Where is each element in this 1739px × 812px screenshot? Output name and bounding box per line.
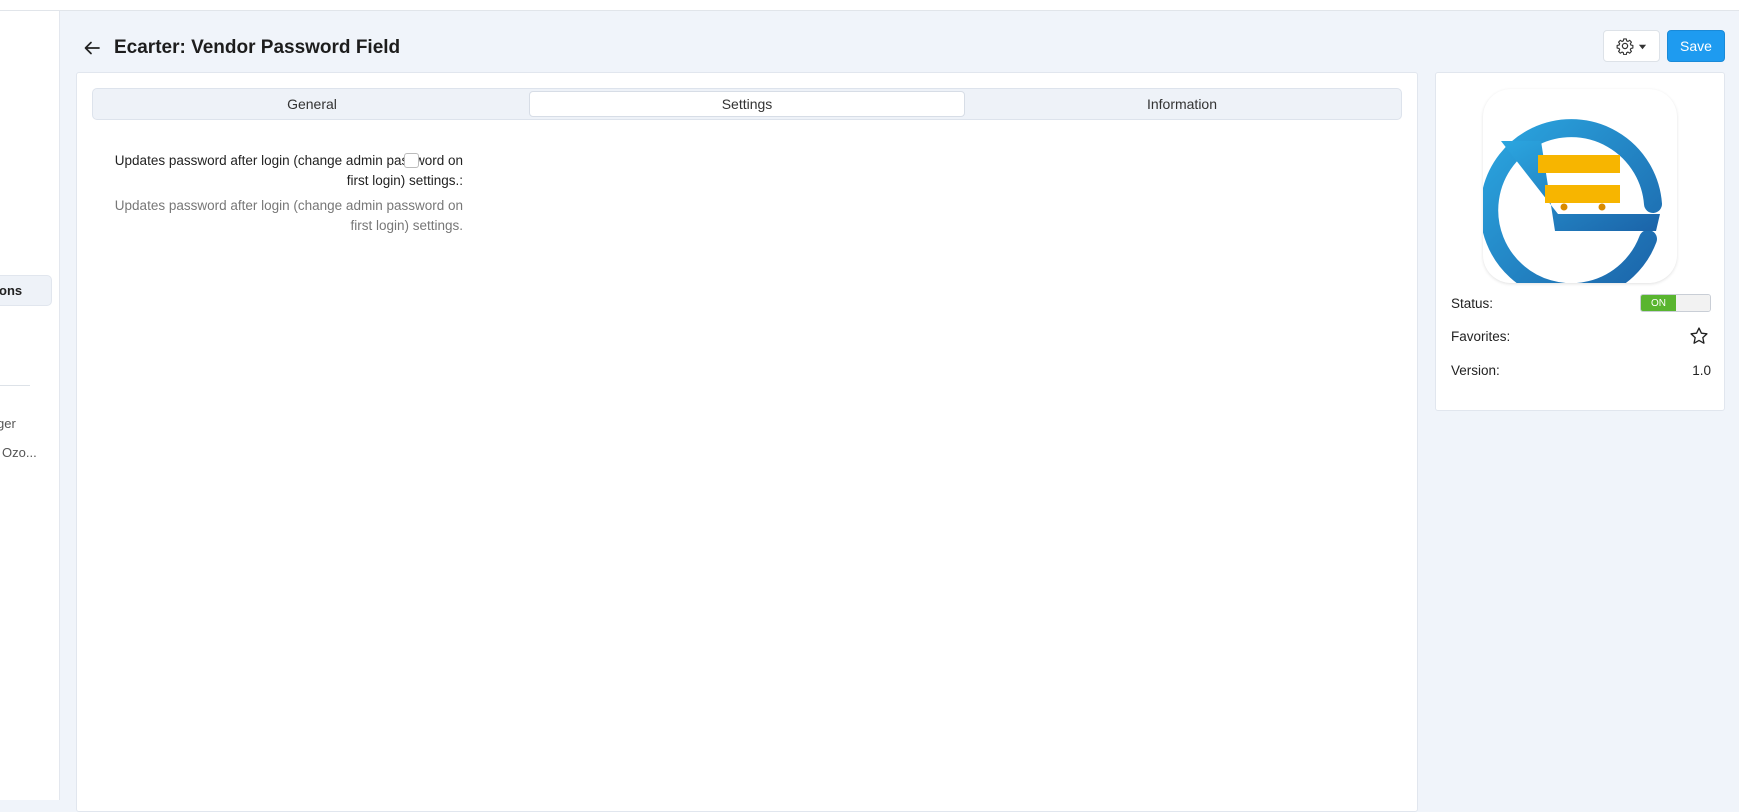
sidebar-item-active[interactable]: ons	[0, 275, 52, 306]
favorites-label: Favorites:	[1451, 328, 1511, 344]
sidebar-item[interactable]: Ozo...	[2, 445, 37, 460]
arrow-left-icon	[84, 41, 100, 55]
module-info-panel: Status: ON Favorites: Version: 1.0	[1435, 72, 1725, 411]
caret-down-icon	[1638, 44, 1647, 49]
tab-information[interactable]: Information	[965, 91, 1399, 117]
status-toggle-off	[1676, 295, 1710, 311]
save-button[interactable]: Save	[1667, 30, 1725, 62]
module-logo	[1483, 89, 1677, 283]
password-update-checkbox[interactable]	[404, 153, 419, 168]
page-header: Ecarter: Vendor Password Field	[80, 34, 400, 62]
top-bar	[0, 0, 1739, 11]
tab-settings[interactable]: Settings	[529, 91, 965, 117]
version-row: Version: 1.0	[1451, 359, 1711, 381]
status-label: Status:	[1451, 295, 1494, 311]
settings-dropdown-button[interactable]	[1603, 30, 1660, 62]
sidebar-item[interactable]: ger	[0, 416, 16, 431]
favorites-row: Favorites:	[1451, 325, 1711, 347]
setting-help-text: Updates password after login (change adm…	[114, 198, 463, 233]
back-button[interactable]	[80, 36, 104, 60]
favorite-button[interactable]	[1687, 324, 1711, 348]
star-icon	[1690, 327, 1708, 344]
status-toggle-on: ON	[1641, 295, 1676, 311]
status-row: Status: ON	[1451, 292, 1711, 314]
sidebar-divider	[0, 385, 30, 386]
version-value: 1.0	[1692, 362, 1711, 378]
gear-icon	[1616, 38, 1634, 55]
ecarter-logo-icon	[1483, 119, 1662, 283]
version-label: Version:	[1451, 362, 1500, 378]
sidebar: ons ger Ozo...	[0, 11, 60, 800]
tab-bar: General Settings Information	[92, 88, 1402, 120]
page-title: Ecarter: Vendor Password Field	[114, 37, 401, 58]
status-toggle[interactable]: ON	[1640, 294, 1711, 312]
tab-general[interactable]: General	[95, 91, 529, 117]
main-panel: General Settings Information Updates pas…	[76, 72, 1418, 812]
